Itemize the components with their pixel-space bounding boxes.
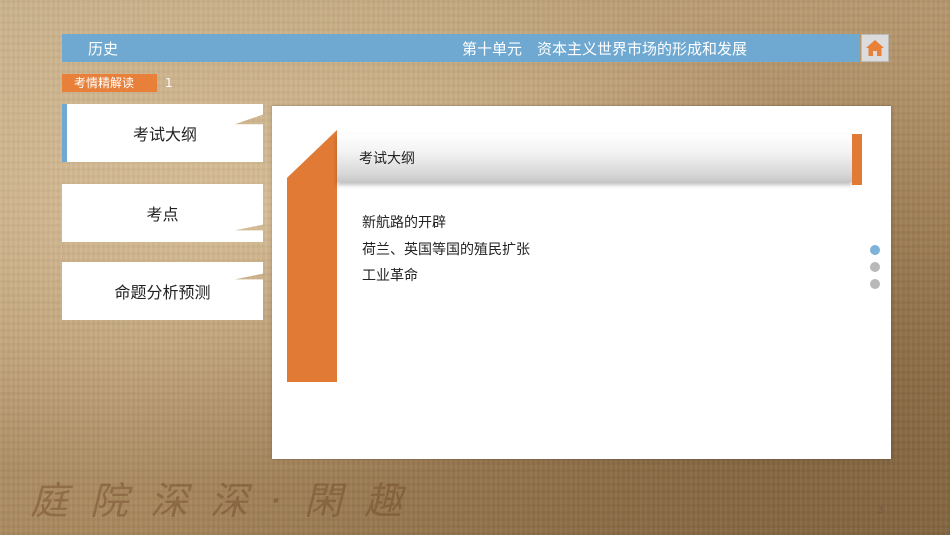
page-number: 3 bbox=[877, 505, 884, 516]
tab-prediction[interactable]: 命题分析预测 bbox=[62, 262, 263, 320]
title-accent-bar bbox=[852, 134, 862, 185]
pagination-dot[interactable] bbox=[870, 262, 880, 272]
outline-list: 新航路的开辟 荷兰、英国等国的殖民扩张 工业革命 bbox=[362, 210, 530, 290]
panel-title-bar: 考试大纲 bbox=[337, 134, 852, 182]
home-icon bbox=[866, 40, 884, 56]
pagination-dot[interactable] bbox=[870, 245, 880, 255]
list-item: 荷兰、英国等国的殖民扩张 bbox=[362, 241, 530, 258]
decorative-calligraphy: 庭院深深·閑趣 bbox=[30, 479, 425, 523]
tab-key-points[interactable]: 考点 bbox=[62, 184, 263, 242]
tab-exam-outline[interactable]: 考试大纲 bbox=[62, 104, 263, 162]
subject-title: 历史 bbox=[88, 39, 119, 58]
unit-title: 第十单元 资本主义世界市场的形成和发展 bbox=[462, 39, 748, 58]
section-tag-number: 1 bbox=[165, 76, 173, 90]
tab-label: 考点 bbox=[146, 205, 179, 224]
list-item: 工业革命 bbox=[362, 268, 418, 284]
header-bar: 历史 第十单元 资本主义世界市场的形成和发展 bbox=[62, 34, 860, 62]
panel-title: 考试大纲 bbox=[359, 151, 415, 167]
home-button[interactable] bbox=[861, 34, 889, 62]
section-tag: 考情精解读 1 bbox=[62, 74, 173, 92]
pagination-dot[interactable] bbox=[870, 279, 880, 289]
section-tag-label: 考情精解读 bbox=[62, 74, 157, 92]
list-item: 新航路的开辟 bbox=[362, 215, 446, 231]
tab-label: 命题分析预测 bbox=[114, 283, 211, 302]
tab-label: 考试大纲 bbox=[132, 125, 197, 144]
